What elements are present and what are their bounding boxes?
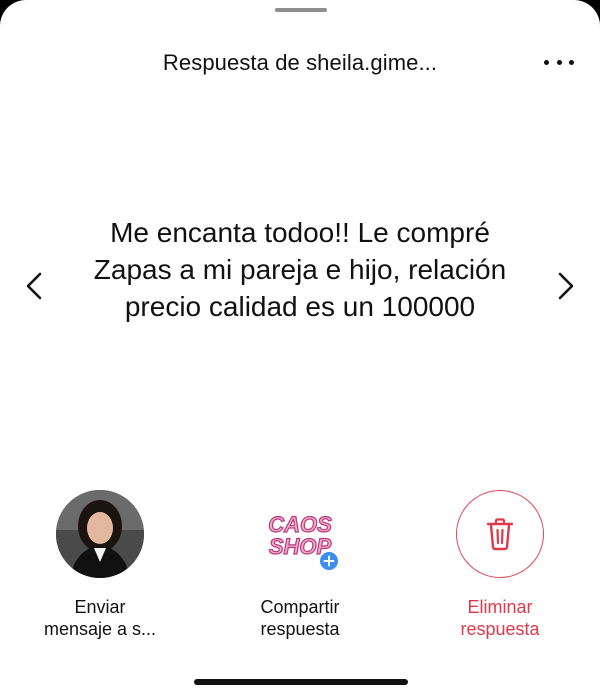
chevron-right-icon[interactable] xyxy=(552,270,580,302)
delete-label-2: respuesta xyxy=(460,619,540,639)
caos-shop-logo: CAOS SHOP xyxy=(256,490,344,578)
delete-response-button[interactable]: Eliminar respuesta xyxy=(415,490,585,640)
chevron-left-icon[interactable] xyxy=(20,270,48,302)
home-indicator[interactable] xyxy=(194,679,408,685)
bottom-sheet: Respuesta de sheila.gime... Me encanta t… xyxy=(0,0,600,697)
sheet-title: Respuesta de sheila.gime... xyxy=(162,50,438,75)
share-label-1: Compartir xyxy=(260,597,340,617)
response-message: Me encanta todoo!! Le compré Zapas a mi … xyxy=(93,217,507,322)
more-options-icon[interactable] xyxy=(544,52,574,72)
share-label-2: respuesta xyxy=(260,619,340,639)
plus-icon xyxy=(318,550,340,572)
share-response-button[interactable]: CAOS SHOP Compartir respuesta xyxy=(215,490,385,640)
send-message-label-1: Enviar xyxy=(74,597,126,617)
send-message-label-2: mensaje a s... xyxy=(43,619,157,639)
profile-photo-icon xyxy=(56,490,144,578)
delete-label-1: Eliminar xyxy=(467,597,533,617)
send-message-button[interactable]: Enviar mensaje a s... xyxy=(15,490,185,640)
trash-button-circle xyxy=(456,490,544,578)
avatar xyxy=(56,490,144,578)
sheet-grabber[interactable] xyxy=(275,8,327,12)
trash-icon xyxy=(486,518,514,551)
